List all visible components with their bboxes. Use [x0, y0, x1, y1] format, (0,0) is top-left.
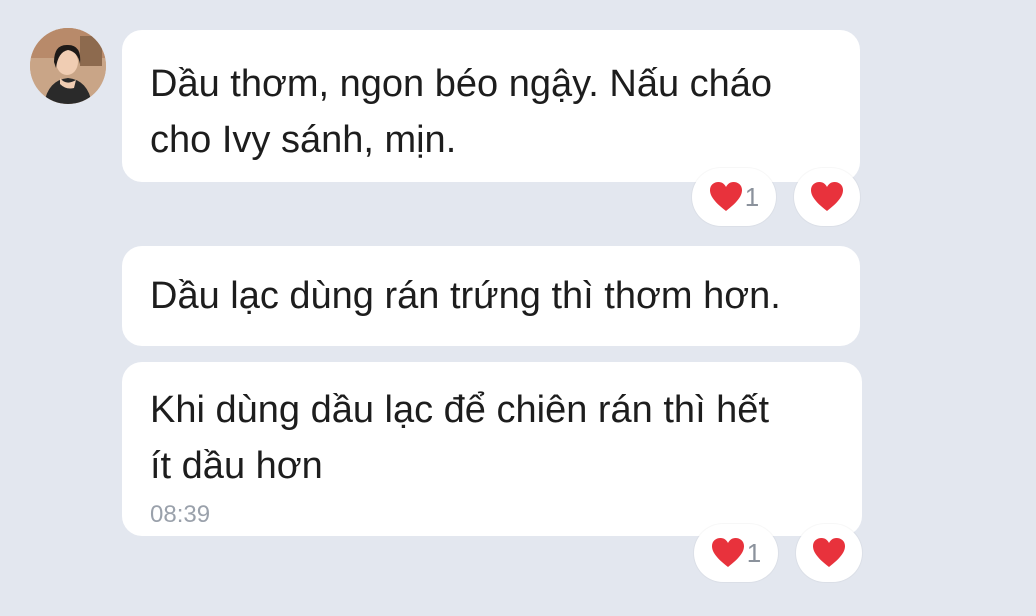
react-heart-button[interactable] — [796, 524, 862, 582]
heart-icon — [711, 537, 745, 569]
heart-icon — [812, 537, 846, 569]
message-text: Dầu thơm, ngon béo ngậy. Nấu cháo cho Iv… — [150, 63, 773, 161]
reaction-count: 1 — [746, 537, 762, 568]
reaction-count-badge[interactable]: 1 — [692, 168, 776, 226]
chat-thread: Dầu thơm, ngon béo ngậy. Nấu cháo cho Iv… — [0, 0, 1036, 616]
avatar[interactable] — [30, 28, 106, 104]
message-text: Khi dùng dầu lạc để chiên rán thì hết ít… — [150, 389, 770, 487]
message-bubble[interactable]: Dầu lạc dùng rán trứng thì thơm hơn. — [122, 246, 860, 346]
heart-icon — [709, 181, 743, 213]
message-bubble[interactable]: Dầu thơm, ngon béo ngậy. Nấu cháo cho Iv… — [122, 30, 860, 182]
message-bubble[interactable]: Khi dùng dầu lạc để chiên rán thì hết ít… — [122, 362, 862, 536]
react-heart-button[interactable] — [794, 168, 860, 226]
heart-icon — [810, 181, 844, 213]
reaction-count: 1 — [744, 181, 760, 212]
message-text: Dầu lạc dùng rán trứng thì thơm hơn. — [150, 275, 781, 317]
reaction-count-badge[interactable]: 1 — [694, 524, 778, 582]
